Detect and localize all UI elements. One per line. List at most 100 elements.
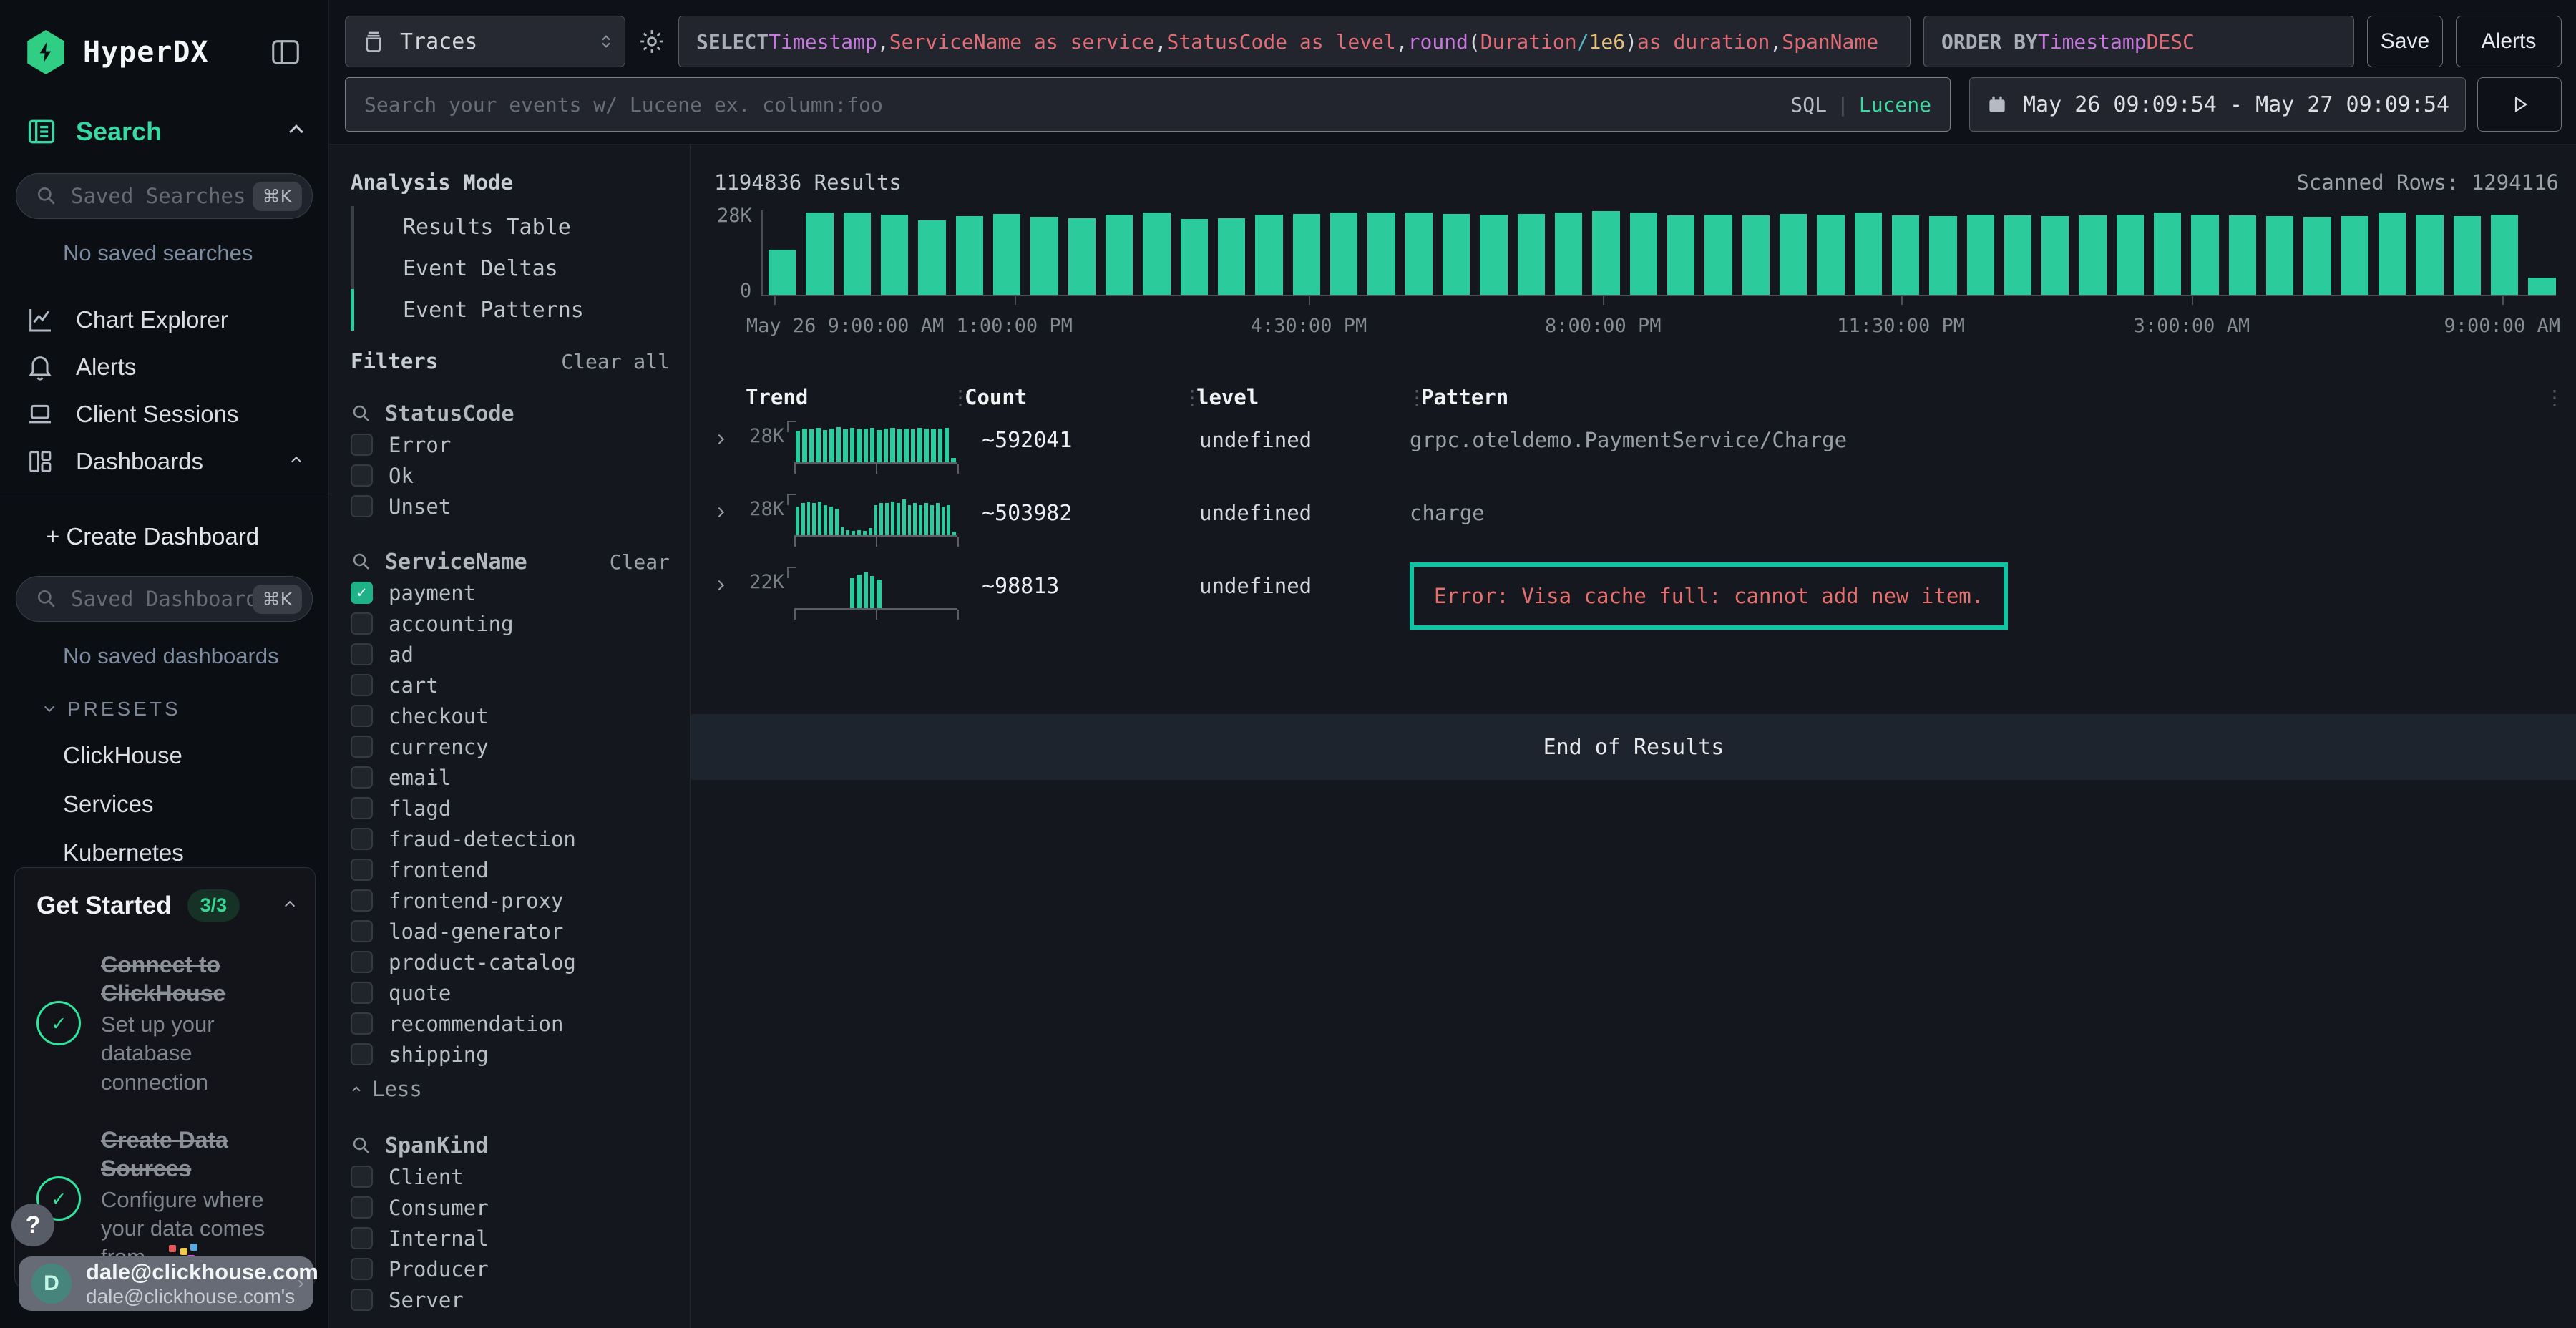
filter-option-shipping[interactable]: shipping bbox=[351, 1039, 677, 1070]
checkbox[interactable] bbox=[351, 434, 373, 456]
filter-option-product-catalog[interactable]: product-catalog bbox=[351, 947, 677, 977]
filter-option-frontend-proxy[interactable]: frontend-proxy bbox=[351, 885, 677, 916]
filter-option-consumer[interactable]: Consumer bbox=[351, 1192, 677, 1223]
table-row[interactable]: 28K~592041undefinedgrpc.oteldemo.Payment… bbox=[714, 422, 2559, 469]
chevron-up-icon[interactable] bbox=[285, 900, 295, 910]
expand-row-icon[interactable] bbox=[716, 505, 746, 519]
create-dashboard-button[interactable]: + Create Dashboard bbox=[46, 523, 328, 550]
checkbox[interactable] bbox=[351, 1289, 373, 1311]
search-icon[interactable] bbox=[351, 551, 372, 572]
filter-option-flagd[interactable]: flagd bbox=[351, 793, 677, 824]
sql-toggle[interactable]: SQL bbox=[1790, 93, 1827, 117]
event-search-input[interactable] bbox=[364, 93, 1779, 117]
sidebar-item-dashboards[interactable]: Dashboards bbox=[0, 438, 328, 485]
checkbox[interactable] bbox=[351, 982, 373, 1004]
column-header-count[interactable]: Count bbox=[965, 385, 1182, 409]
checkbox[interactable] bbox=[351, 859, 373, 881]
saved-searches-input[interactable]: ⌘K bbox=[16, 173, 313, 219]
chevron-up-icon[interactable] bbox=[289, 125, 303, 139]
get-started-header[interactable]: Get Started 3/3 bbox=[36, 889, 293, 922]
filter-option-checkout[interactable]: checkout bbox=[351, 700, 677, 731]
filter-option-server[interactable]: Server bbox=[351, 1284, 677, 1315]
filter-option-unset[interactable]: Unset bbox=[351, 491, 677, 522]
filter-option-accounting[interactable]: accounting bbox=[351, 608, 677, 639]
expand-row-icon[interactable] bbox=[716, 432, 746, 446]
checkbox[interactable] bbox=[351, 1227, 373, 1249]
user-menu[interactable]: D dale@clickhouse.com dale@clickhouse.co… bbox=[19, 1256, 313, 1311]
filter-option-load-generator[interactable]: load-generator bbox=[351, 916, 677, 947]
checkbox[interactable] bbox=[351, 1166, 373, 1188]
filter-option-error[interactable]: Error bbox=[351, 429, 677, 460]
order-by-editor[interactable]: ORDER BY Timestamp DESC bbox=[1923, 16, 2354, 67]
checkbox[interactable] bbox=[351, 674, 373, 696]
checkbox[interactable] bbox=[351, 705, 373, 727]
table-row[interactable]: 28K~503982undefinedcharge bbox=[714, 495, 2559, 542]
help-button[interactable]: ? bbox=[11, 1204, 54, 1246]
checkbox[interactable] bbox=[351, 920, 373, 942]
checkbox[interactable] bbox=[351, 1043, 373, 1065]
checkbox[interactable] bbox=[351, 1196, 373, 1219]
table-row[interactable]: 22K~98813undefinedError: Visa cache full… bbox=[714, 568, 2559, 630]
save-button[interactable]: Save bbox=[2367, 16, 2443, 67]
saved-searches-field[interactable] bbox=[71, 184, 253, 208]
filter-option-cart[interactable]: cart bbox=[351, 670, 677, 700]
show-less-button[interactable]: Less bbox=[351, 1073, 677, 1105]
checkbox[interactable] bbox=[351, 889, 373, 912]
source-select[interactable]: Traces bbox=[345, 16, 625, 67]
checkbox[interactable] bbox=[351, 1258, 373, 1280]
filter-option-email[interactable]: email bbox=[351, 762, 677, 793]
column-header-pattern[interactable]: Pattern bbox=[1421, 385, 2545, 409]
checkbox[interactable] bbox=[351, 495, 373, 517]
clear-button[interactable]: Clear bbox=[610, 550, 670, 574]
filter-option-frontend[interactable]: frontend bbox=[351, 854, 677, 885]
column-header-level[interactable]: level bbox=[1196, 385, 1407, 409]
filter-option-currency[interactable]: currency bbox=[351, 731, 677, 762]
sql-select-editor[interactable]: SELECT Timestamp, ServiceName as service… bbox=[678, 16, 1911, 67]
expand-row-icon[interactable] bbox=[716, 578, 746, 592]
filter-option-ad[interactable]: ad bbox=[351, 639, 677, 670]
filter-option-recommendation[interactable]: recommendation bbox=[351, 1008, 677, 1039]
filter-option-fraud-detection[interactable]: fraud-detection bbox=[351, 824, 677, 854]
filter-option-ok[interactable]: Ok bbox=[351, 460, 677, 491]
preset-clickhouse[interactable]: ClickHouse bbox=[63, 742, 328, 769]
analysis-mode-event-patterns[interactable]: Event Patterns bbox=[351, 289, 677, 331]
checkbox[interactable] bbox=[351, 736, 373, 758]
search-icon[interactable] bbox=[351, 1135, 372, 1156]
analysis-mode-event-deltas[interactable]: Event Deltas bbox=[351, 248, 677, 289]
highlighted-error-pattern[interactable]: Error: Visa cache full: cannot add new i… bbox=[1410, 562, 2008, 630]
sidebar-item-chart-explorer[interactable]: Chart Explorer bbox=[0, 296, 328, 343]
filter-option-client[interactable]: Client bbox=[351, 1161, 677, 1192]
filter-option-internal[interactable]: Internal bbox=[351, 1223, 677, 1254]
clear-all-button[interactable]: Clear all bbox=[561, 350, 670, 374]
checkbox[interactable] bbox=[351, 464, 373, 487]
filter-option-producer[interactable]: Producer bbox=[351, 1254, 677, 1284]
analysis-mode-results-table[interactable]: Results Table bbox=[351, 206, 677, 248]
checkbox[interactable] bbox=[351, 1012, 373, 1035]
checkbox[interactable] bbox=[351, 643, 373, 665]
histogram-bars[interactable] bbox=[761, 210, 2556, 296]
saved-dashboards-field[interactable] bbox=[71, 587, 253, 611]
presets-toggle[interactable]: PRESETS bbox=[46, 698, 328, 721]
query-settings-button[interactable] bbox=[625, 16, 678, 67]
search-icon[interactable] bbox=[351, 403, 372, 424]
sidebar-collapse-icon[interactable] bbox=[267, 36, 304, 69]
checkbox[interactable]: ✓ bbox=[351, 582, 373, 604]
run-query-button[interactable] bbox=[2477, 77, 2562, 132]
lucene-toggle[interactable]: Lucene bbox=[1859, 93, 1931, 117]
checkbox[interactable] bbox=[351, 612, 373, 635]
filter-option-payment[interactable]: ✓payment bbox=[351, 577, 677, 608]
checkbox[interactable] bbox=[351, 797, 373, 819]
sidebar-item-alerts[interactable]: Alerts bbox=[0, 343, 328, 391]
filter-option-quote[interactable]: quote bbox=[351, 977, 677, 1008]
checkbox[interactable] bbox=[351, 951, 373, 973]
preset-services[interactable]: Services bbox=[63, 791, 328, 818]
checkbox[interactable] bbox=[351, 766, 373, 788]
preset-kubernetes[interactable]: Kubernetes bbox=[63, 839, 328, 866]
query-language-toggle[interactable]: SQL | Lucene bbox=[1790, 93, 1931, 117]
date-range-picker[interactable]: May 26 09:09:54 - May 27 09:09:54 bbox=[1969, 77, 2466, 132]
saved-dashboards-input[interactable]: ⌘K bbox=[16, 576, 313, 622]
checkbox[interactable] bbox=[351, 828, 373, 850]
table-options-icon[interactable]: ⋮ bbox=[2545, 386, 2559, 409]
column-header-trend[interactable]: Trend bbox=[714, 385, 950, 409]
event-search-box[interactable]: SQL | Lucene bbox=[345, 77, 1951, 132]
